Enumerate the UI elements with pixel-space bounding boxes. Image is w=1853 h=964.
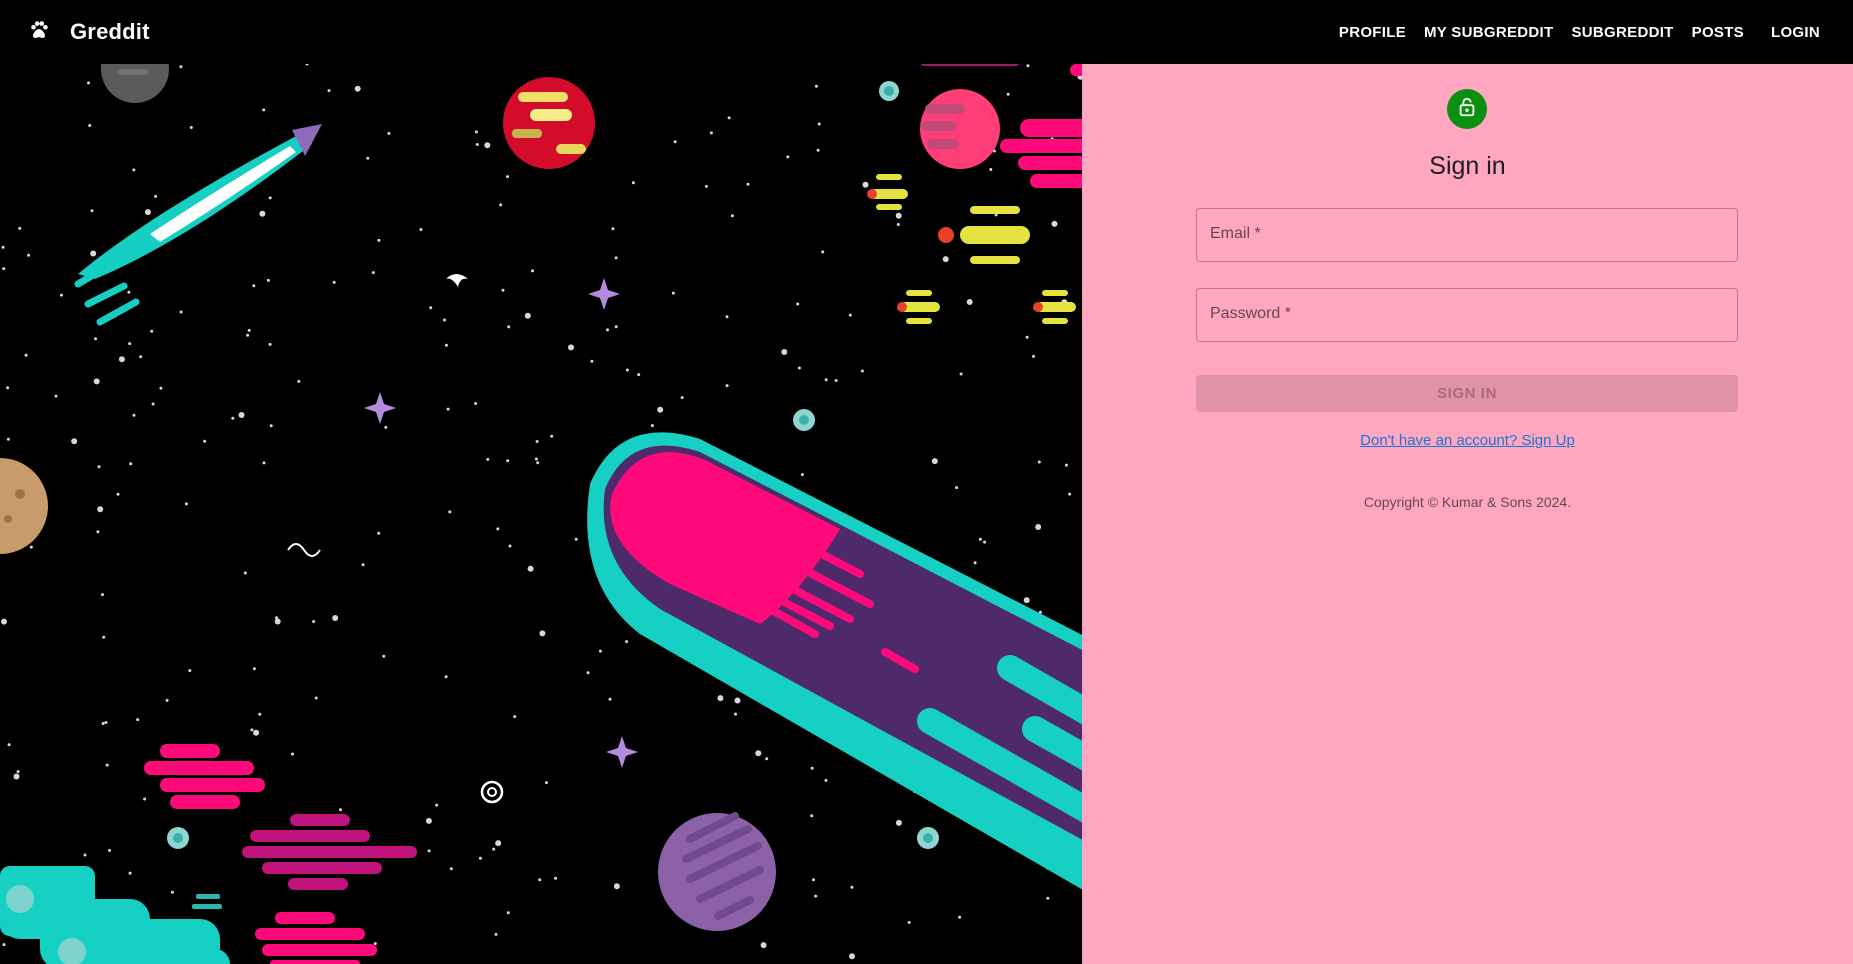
brand[interactable]: Greddit: [28, 19, 150, 46]
copyright-text: Copyright © Kumar & Sons 2024.: [1363, 494, 1572, 510]
app-bar: Greddit PROFILE MY SUBGREDDIT SUBGREDDIT…: [0, 0, 1853, 64]
signin-button[interactable]: SIGN IN: [1196, 375, 1738, 412]
brand-title: Greddit: [70, 19, 150, 44]
nav-menu: PROFILE MY SUBGREDDIT SUBGREDDIT POSTS L…: [1330, 16, 1829, 49]
password-field[interactable]: Password *: [1196, 288, 1738, 342]
nav-login-button[interactable]: LOGIN: [1762, 16, 1829, 49]
signin-title: Sign in: [1429, 152, 1506, 180]
red-planet: [503, 77, 595, 169]
lock-icon: [1456, 96, 1478, 123]
space-illustration: [0, 64, 1082, 964]
email-field[interactable]: Email *: [1196, 208, 1738, 262]
nav-posts-button[interactable]: POSTS: [1683, 16, 1753, 49]
space-artwork: [0, 64, 1082, 964]
email-input[interactable]: [1197, 209, 1737, 261]
lock-avatar: [1447, 89, 1487, 129]
password-input[interactable]: [1197, 289, 1737, 341]
signin-panel: Sign in Email * Password * SIGN IN Don't…: [1082, 64, 1853, 964]
nav-subgreddit-button[interactable]: SUBGREDDIT: [1562, 16, 1682, 49]
signup-link[interactable]: Don't have an account? Sign Up: [1082, 432, 1853, 449]
nav-my-subgreddit-button[interactable]: MY SUBGREDDIT: [1415, 16, 1562, 49]
nav-profile-button[interactable]: PROFILE: [1330, 16, 1415, 49]
purple-planet: [658, 812, 776, 931]
paw-icon: [28, 19, 50, 46]
